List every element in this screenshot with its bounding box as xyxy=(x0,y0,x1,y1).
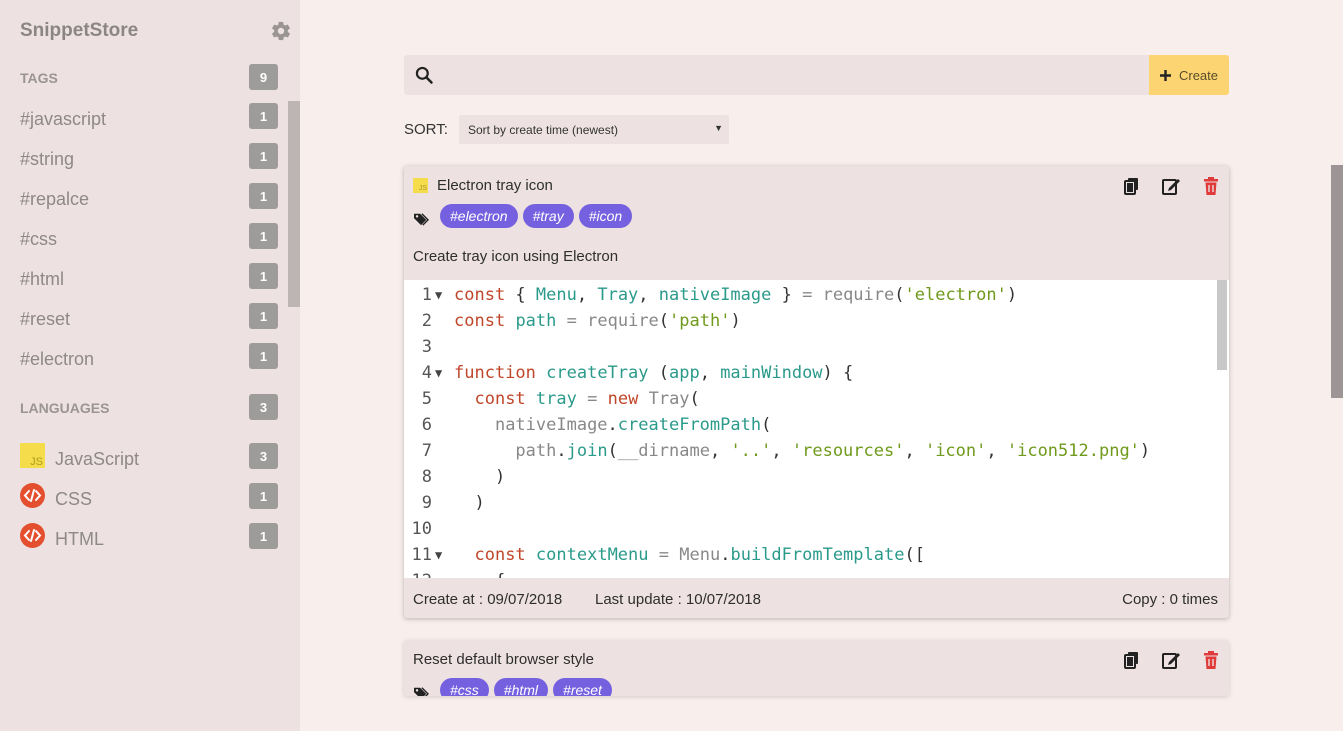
code-icon xyxy=(20,523,45,548)
tags-count-badge: 9 xyxy=(249,64,278,90)
language-label: HTML xyxy=(55,529,104,549)
tag-count-badge: 1 xyxy=(249,103,278,129)
code-line: 7 path.join(__dirname, '..', 'resources'… xyxy=(421,441,1151,461)
tag-pill[interactable]: #html xyxy=(493,678,549,696)
snippet-tags: #electron #tray #icon xyxy=(413,203,633,229)
search-input[interactable] xyxy=(444,55,1144,95)
sidebar-scrollbar[interactable] xyxy=(288,101,300,307)
created-date: Create at : 09/07/2018 xyxy=(413,591,563,608)
language-count-badge: 1 xyxy=(249,523,278,549)
tag-count-badge: 1 xyxy=(249,143,278,169)
fold-arrow-icon: ▼ xyxy=(435,548,443,562)
svg-text:JS: JS xyxy=(30,456,43,468)
code-scrollbar[interactable] xyxy=(1217,280,1227,370)
code-line: 3 xyxy=(421,337,432,357)
sidebar-language-css[interactable]: CSS 1 xyxy=(0,481,288,521)
edit-icon[interactable] xyxy=(1161,176,1181,196)
languages-count-badge: 3 xyxy=(249,394,278,420)
trash-icon[interactable] xyxy=(1201,650,1221,670)
code-editor[interactable]: 1 ▼ const { Menu, Tray, nativeImage } = re… xyxy=(404,280,1229,578)
copy-icon[interactable] xyxy=(1122,650,1142,670)
sort-select[interactable]: Sort by create time (newest) ▼ xyxy=(459,115,729,144)
tag-label: #javascript xyxy=(20,109,107,129)
search-bar: Create xyxy=(404,55,1229,95)
tag-pill[interactable]: #tray xyxy=(522,204,574,228)
plus-icon xyxy=(1159,69,1171,81)
snippet-card: JS Electron tray icon #electron #tray #i… xyxy=(404,166,1229,618)
sidebar-language-javascript[interactable]: JS JavaScript 3 xyxy=(0,441,288,481)
tag-count-badge: 1 xyxy=(249,183,278,209)
tag-label: #string xyxy=(20,149,75,169)
sidebar-tag-reset[interactable]: #reset 1 xyxy=(0,301,288,341)
code-line: 6 nativeImage.createFromPath( xyxy=(421,415,772,435)
tag-label: #repalce xyxy=(20,189,90,209)
snippet-tags: #css #html #reset xyxy=(413,677,612,696)
js-icon: JS xyxy=(20,443,45,468)
sidebar-tag-electron[interactable]: #electron 1 xyxy=(0,341,288,381)
language-label: CSS xyxy=(55,489,93,509)
tag-label: #html xyxy=(20,269,65,289)
tag-count-badge: 1 xyxy=(249,303,278,329)
tags-header: TAGS xyxy=(20,70,58,86)
gear-icon[interactable] xyxy=(270,20,292,42)
tag-pill[interactable]: #icon xyxy=(578,204,633,228)
code-line: 10 xyxy=(411,519,432,539)
copy-icon[interactable] xyxy=(1122,176,1142,196)
code-line: 4 ▼ function createTray (app, mainWindow) … xyxy=(421,363,854,383)
snippet-title: Reset default browser style xyxy=(413,651,594,668)
code-line: 1 ▼ const { Menu, Tray, nativeImage } = re… xyxy=(421,285,1018,305)
tag-count-badge: 1 xyxy=(249,343,278,369)
sidebar: SnippetStore TAGS 9 #javascript 1 #strin… xyxy=(0,0,300,731)
search-icon xyxy=(415,66,433,84)
fold-arrow-icon: ▼ xyxy=(435,288,443,302)
tag-count-badge: 1 xyxy=(249,263,278,289)
code-line: 5 const tray = new Tray( xyxy=(421,389,700,409)
tag-pill[interactable]: #electron xyxy=(440,204,518,228)
tags-icon xyxy=(414,213,429,226)
chevron-down-icon: ▼ xyxy=(714,123,723,133)
languages-header: LANGUAGES xyxy=(20,400,110,416)
sidebar-tag-html[interactable]: #html 1 xyxy=(0,261,288,301)
js-icon: JS xyxy=(413,178,428,193)
fold-arrow-icon: ▼ xyxy=(435,366,443,380)
updated-date: Last update : 10/07/2018 xyxy=(595,591,761,608)
language-count-badge: 1 xyxy=(249,483,278,509)
sidebar-language-html[interactable]: HTML 1 xyxy=(0,521,288,561)
tag-label: #electron xyxy=(20,349,95,369)
tag-label: #css xyxy=(20,229,58,249)
tag-label: #reset xyxy=(20,309,71,329)
tag-pill[interactable]: #reset xyxy=(553,678,612,696)
sort-selected-value: Sort by create time (newest) xyxy=(468,123,619,137)
edit-icon[interactable] xyxy=(1161,650,1181,670)
code-line: 8 ) xyxy=(421,467,506,487)
code-line: 2 const path = require('path') xyxy=(421,311,741,331)
main-scrollbar[interactable] xyxy=(1331,165,1343,398)
code-line: 12 { xyxy=(404,571,1214,578)
sidebar-tag-repalce[interactable]: #repalce 1 xyxy=(0,181,288,221)
sidebar-tag-string[interactable]: #string 1 xyxy=(0,141,288,181)
code-icon xyxy=(20,483,45,508)
copy-count: Copy : 0 times xyxy=(1122,591,1218,608)
sidebar-tag-javascript[interactable]: #javascript 1 xyxy=(0,101,288,141)
create-button[interactable]: Create xyxy=(1149,55,1229,95)
sort-label: SORT: xyxy=(404,121,448,138)
snippet-title: Electron tray icon xyxy=(437,177,553,194)
language-label: JavaScript xyxy=(55,449,140,469)
trash-icon[interactable] xyxy=(1201,176,1221,196)
snippet-card: Reset default browser style #css #html #… xyxy=(404,640,1229,696)
code-line: 11 ▼ const contextMenu = Menu.buildFromTe… xyxy=(411,545,925,565)
sidebar-tag-css[interactable]: #css 1 xyxy=(0,221,288,261)
language-count-badge: 3 xyxy=(249,443,278,469)
tags-icon xyxy=(414,687,429,696)
snippet-description: Create tray icon using Electron xyxy=(413,248,619,265)
tag-pill[interactable]: #css xyxy=(440,678,489,696)
create-label: Create xyxy=(1178,67,1219,83)
app-title: SnippetStore xyxy=(20,20,139,41)
tag-count-badge: 1 xyxy=(249,223,278,249)
code-line: 9 ) xyxy=(421,493,485,513)
